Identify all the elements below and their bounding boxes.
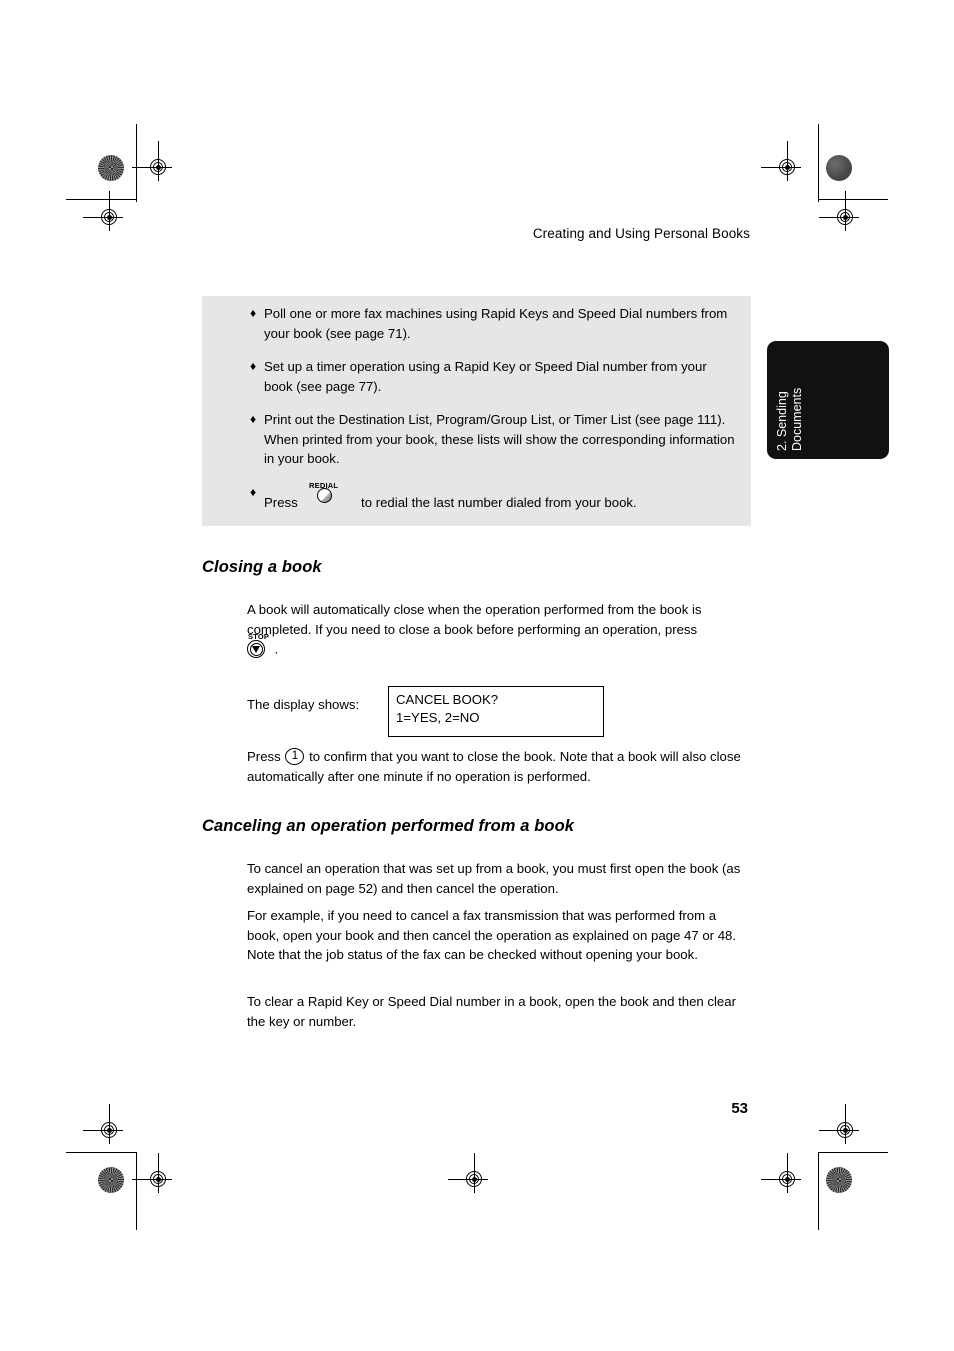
display-line-2: 1=YES, 2=NO [396, 710, 480, 725]
registration-halftone-bottom-left [98, 1167, 124, 1193]
registration-target-top-left [132, 141, 172, 181]
paragraph-closing-intro: A book will automatically close when the… [247, 600, 741, 659]
paragraph-text-tail: . [274, 641, 279, 657]
crop-line-bottom-left-vertical [136, 1152, 137, 1230]
list-item: ♦ Set up a timer operation using a Rapid… [250, 357, 735, 396]
numeric-key-1-icon[interactable]: 1 [284, 748, 305, 765]
crop-line-right-top-horizontal [818, 199, 888, 200]
registration-halftone-bottom-right [826, 1167, 852, 1193]
paragraph-text: to confirm that you want to close the bo… [247, 749, 741, 784]
list-item-text: Set up a timer operation using a Rapid K… [264, 359, 707, 394]
redial-after-text: to redial the last number dialed from yo… [361, 494, 637, 510]
crop-line-bottom-right-vertical [818, 1152, 819, 1230]
display-line-1: CANCEL BOOK? [396, 692, 499, 707]
stop-key-triangle [252, 645, 260, 653]
registration-halftone-top-left [98, 155, 124, 181]
chapter-side-tab: 2. Sending Documents [767, 341, 889, 459]
chapter-side-tab-line-2: Documents [789, 387, 804, 451]
redial-key-circle [317, 487, 333, 503]
crop-line-top-right-vertical [818, 124, 819, 202]
diamond-bullet-icon: ♦ [250, 306, 257, 320]
registration-halftone-top-right [826, 155, 852, 181]
diamond-bullet-icon: ♦ [250, 484, 257, 499]
paragraph-cancel-2: For example, if you need to cancel a fax… [247, 908, 737, 962]
registration-target-top-right [761, 141, 801, 181]
section-heading-canceling-operation: Canceling an operation performed from a … [202, 817, 575, 835]
note-bullet-list: ♦ Poll one or more fax machines using Ra… [250, 304, 735, 512]
list-item: ♦ Poll one or more fax machines using Ra… [250, 304, 735, 343]
page-number: 53 [731, 1100, 748, 1117]
paragraph-cancel-3: To clear a Rapid Key or Speed Dial numbe… [247, 994, 736, 1029]
note-box: ♦ Poll one or more fax machines using Ra… [202, 296, 751, 526]
crop-line-right-bottom-horizontal [818, 1152, 888, 1153]
list-item: ♦ Print out the Destination List, Progra… [250, 410, 735, 469]
paragraph-press-one: Press 1 to confirm that you want to clos… [247, 747, 741, 786]
registration-target-bottom-right [761, 1153, 801, 1193]
press-label: Press [247, 749, 281, 764]
list-item-redial: ♦ Press REDIAL to redial the last number d… [250, 481, 735, 513]
list-item-text: Poll one or more fax machines using Rapi… [264, 306, 728, 341]
crop-line-left-bottom-horizontal [66, 1152, 136, 1153]
diamond-bullet-icon: ♦ [250, 359, 257, 373]
fax-display-panel: CANCEL BOOK? 1=YES, 2=NO [388, 686, 604, 737]
chapter-side-tab-text: 2. Sending Documents [767, 341, 889, 459]
section-heading-closing-a-book: Closing a book [202, 558, 322, 576]
registration-target-bottom-left [132, 1153, 172, 1193]
display-label: The display shows: [247, 697, 360, 712]
crop-line-left-top-horizontal [66, 199, 136, 200]
paragraph-cancel-1: To cancel an operation that was set up f… [247, 861, 741, 896]
chapter-side-tab-line-1: 2. Sending [775, 391, 789, 451]
registration-target-bottom-center [448, 1153, 488, 1193]
registration-target-right-upper [819, 191, 859, 231]
press-label: Press [264, 494, 298, 510]
registration-target-left-lower [83, 1104, 123, 1144]
list-item-text: Print out the Destination List, Program/… [264, 412, 735, 466]
redial-key-icon[interactable]: REDIAL [305, 481, 361, 507]
registration-target-right-lower [819, 1104, 859, 1144]
paragraph-text: A book will automatically close when the… [247, 602, 702, 637]
numeric-key-digit: 1 [291, 750, 299, 762]
crop-line-top-left-vertical [136, 124, 137, 202]
stop-key-icon[interactable]: STOP [247, 632, 271, 659]
page-running-head: Creating and Using Personal Books [532, 226, 750, 241]
display-example-row: The display shows: CANCEL BOOK? 1=YES, 2… [247, 686, 747, 742]
diamond-bullet-icon: ♦ [250, 412, 257, 426]
